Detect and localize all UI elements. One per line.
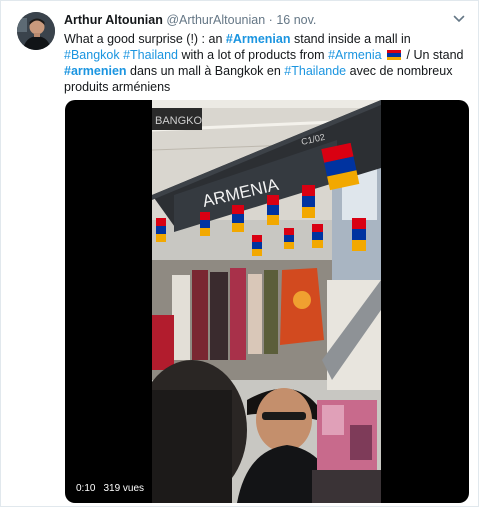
video-info: 0:10 319 vues [71, 481, 150, 497]
video-duration: 0:10 [76, 483, 96, 494]
text-segment: / Un stand [403, 48, 464, 62]
video-player[interactable]: BANGKO ARMENIA C1/02 0:10 319 vues [65, 100, 469, 503]
text-segment: stand inside a mall in [290, 32, 411, 46]
avatar[interactable] [17, 12, 55, 50]
text-segment: dans un mall à Bangkok en [126, 64, 285, 78]
tweet-card: Arthur Altounian @ArthurAltounian · 16 n… [0, 0, 479, 507]
hashtag-armenien[interactable]: #armenien [64, 64, 127, 78]
hashtag-thailande[interactable]: #Thailande [284, 64, 346, 78]
hashtag-armenia[interactable]: #Armenia [328, 48, 382, 62]
video-views: 319 vues [103, 483, 145, 494]
text-segment: What a good surprise (!) : an [64, 32, 226, 46]
mall-sign: BANGKO [155, 115, 203, 127]
tweet-date[interactable]: 16 nov. [276, 13, 316, 27]
chevron-down-icon[interactable] [452, 12, 466, 24]
separator: · [268, 13, 273, 27]
author-name[interactable]: Arthur Altounian [64, 13, 163, 27]
tweet-header: Arthur Altounian @ArthurAltounian · 16 n… [64, 13, 448, 28]
author-handle[interactable]: @ArthurAltounian [166, 13, 265, 27]
flag-armenia-icon [387, 50, 402, 60]
tweet-text: What a good surprise (!) : an #Armenian … [64, 31, 469, 95]
hashtag-bangkok[interactable]: #Bangkok [64, 48, 120, 62]
hashtag-armenian[interactable]: #Armenian [226, 32, 291, 46]
video-frame: BANGKO ARMENIA C1/02 [152, 100, 381, 503]
text-segment: with a lot of products from [178, 48, 329, 62]
hashtag-thailand[interactable]: #Thailand [123, 48, 178, 62]
